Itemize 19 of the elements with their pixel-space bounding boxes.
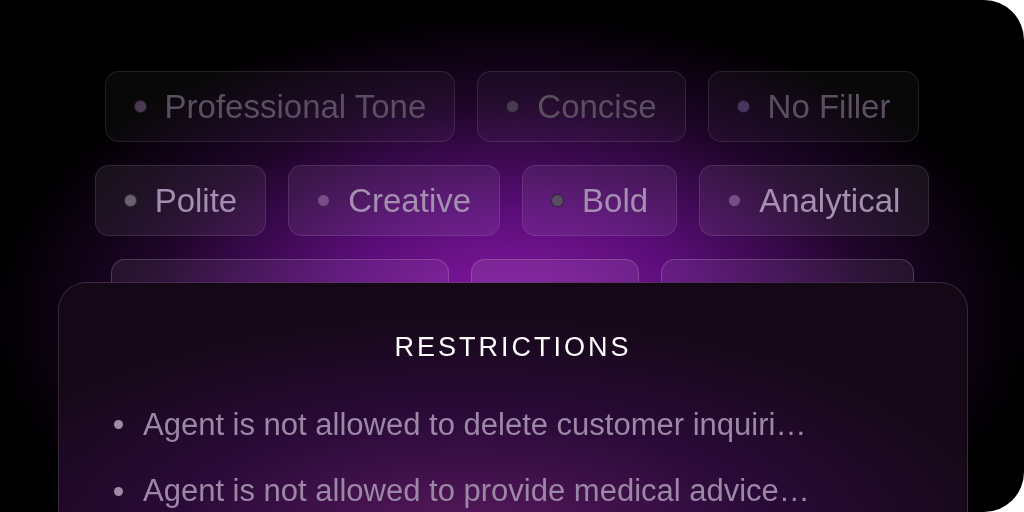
tag-chip[interactable]: No Filler: [707, 71, 920, 142]
tag-chip[interactable]: Concise: [477, 71, 686, 142]
chip-label: Bold: [582, 180, 649, 221]
card-title: RESTRICTIONS: [394, 331, 632, 364]
chip-label: Concise: [537, 86, 657, 127]
tag-chip[interactable]: Professional Tone: [104, 71, 456, 142]
bullet-icon: [114, 486, 123, 496]
chip-label: Analytical: [759, 180, 901, 221]
tag-chip[interactable]: Polite: [94, 165, 267, 236]
chip-label: No Filler: [767, 86, 891, 127]
tag-chip[interactable]: Bold: [522, 165, 678, 236]
chip-label: Polite: [154, 180, 238, 221]
chip-label: Creative: [348, 180, 472, 221]
chip-label: Professional Tone: [164, 86, 427, 127]
bullet-icon: [114, 420, 123, 430]
restriction-text: Agent is not allowed to delete customer inquiri…: [143, 405, 807, 444]
tag-chip[interactable]: Analytical: [699, 165, 930, 236]
restriction-text: Agent is not allowed to provide medical advice…: [143, 472, 810, 510]
tag-chip[interactable]: Creative: [288, 165, 501, 236]
